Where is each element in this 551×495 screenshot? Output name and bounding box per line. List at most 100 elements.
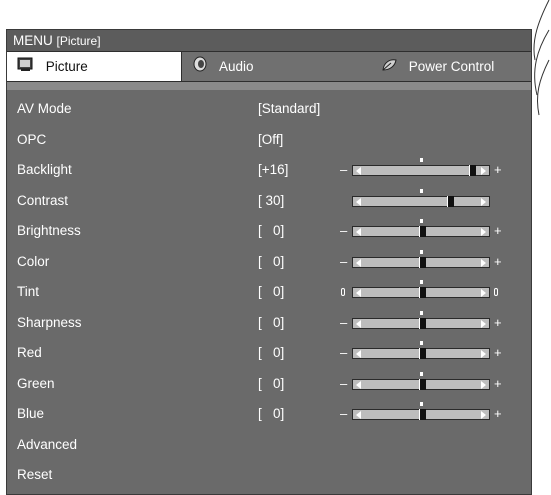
level-slider[interactable]: [352, 402, 490, 420]
right-arrow-icon: [481, 380, 486, 389]
setting-value: [Off]: [258, 131, 284, 147]
increase-icon: +: [494, 345, 502, 360]
right-arrow-icon: [481, 197, 486, 206]
slider-thumb[interactable]: [419, 378, 426, 390]
slider-thumb[interactable]: [419, 348, 426, 359]
setting-row-red[interactable]: Red [ 0] – +: [7, 338, 531, 368]
menu-title-bar: MENU [Picture]: [7, 30, 531, 52]
increase-icon: +: [494, 375, 502, 391]
setting-value: [ 0]: [258, 284, 285, 299]
right-arrow-icon: [481, 167, 486, 175]
setting-row-sharpness[interactable]: Sharpness [ 0] – +: [7, 308, 531, 338]
slider-thumb[interactable]: [419, 256, 426, 268]
center-marker: [420, 341, 423, 345]
level-slider[interactable]: [352, 371, 490, 390]
decrease-icon: –: [340, 345, 348, 360]
setting-label: AV Mode: [17, 101, 72, 116]
setting-value: [ 0]: [258, 314, 285, 330]
tv-menu-window: MENU [Picture] Picture Audio Power Contr…: [6, 29, 532, 495]
setting-row-backlight[interactable]: Backlight [+16] – +: [7, 155, 531, 185]
page-curl-decoration: [533, 0, 550, 116]
decrease-icon: –: [340, 253, 348, 269]
level-slider[interactable]: [352, 249, 490, 268]
decrease-icon: –: [340, 223, 348, 238]
center-marker: [420, 280, 423, 284]
setting-row-av-mode[interactable]: AV Mode [Standard]: [7, 94, 531, 124]
right-arrow-icon: [481, 258, 486, 267]
left-arrow-icon: [356, 167, 361, 175]
level-slider[interactable]: [352, 158, 490, 176]
slider-thumb[interactable]: [419, 287, 426, 298]
setting-row-green[interactable]: Green [ 0] – +: [7, 369, 531, 399]
setting-row-brightness[interactable]: Brightness [ 0] – +: [7, 216, 531, 246]
right-arrow-icon: [481, 319, 486, 328]
setting-label: Backlight: [17, 162, 72, 177]
left-arrow-icon: [356, 197, 361, 206]
slider-thumb[interactable]: [419, 317, 426, 329]
setting-row-advanced[interactable]: Advanced: [7, 430, 531, 460]
menu-tabs: Picture Audio Power Control: [7, 52, 531, 82]
center-marker: [420, 188, 423, 193]
setting-row-opc[interactable]: OPC [Off]: [7, 125, 531, 155]
slider-thumb[interactable]: [419, 226, 426, 237]
setting-row-contrast[interactable]: Contrast [ 30]: [7, 186, 531, 216]
setting-value: [ 0]: [258, 223, 285, 238]
setting-value: [ 0]: [258, 345, 285, 360]
menu-section-title: [Picture]: [56, 34, 101, 48]
increase-icon: +: [494, 162, 502, 177]
decrease-icon: –: [340, 406, 348, 421]
setting-label: Green: [17, 375, 55, 391]
increase-icon: +: [494, 406, 502, 421]
tab-label: Power Control: [408, 59, 495, 74]
increase-icon: +: [494, 314, 502, 330]
decrease-icon: –: [340, 375, 348, 391]
tint-green-icon: [494, 288, 498, 296]
slider-thumb[interactable]: [469, 165, 476, 176]
center-marker: [420, 249, 423, 254]
setting-label: Blue: [17, 406, 45, 421]
settings-panel: AV Mode [Standard] OPC [Off] Backlight [+16] –…: [7, 90, 531, 494]
center-marker: [420, 371, 423, 376]
setting-value: [Standard]: [258, 101, 321, 116]
left-arrow-icon: [356, 411, 361, 419]
level-slider[interactable]: [352, 310, 490, 329]
left-arrow-icon: [356, 350, 361, 358]
center-marker: [420, 158, 423, 162]
right-arrow-icon: [481, 350, 486, 358]
tab-picture[interactable]: Picture: [7, 52, 182, 81]
level-slider[interactable]: [352, 280, 490, 298]
setting-value: [ 0]: [258, 375, 285, 391]
center-marker: [420, 402, 423, 406]
slider-thumb[interactable]: [447, 195, 454, 207]
increase-icon: +: [494, 223, 502, 238]
setting-row-blue[interactable]: Blue [ 0] – +: [7, 399, 531, 429]
setting-label: Tint: [17, 284, 40, 299]
level-slider[interactable]: [352, 188, 490, 207]
center-marker: [420, 310, 423, 315]
setting-label: Advanced: [17, 436, 78, 452]
leaf-icon: [381, 53, 397, 82]
menu-title: MENU: [13, 33, 53, 48]
slider-thumb[interactable]: [419, 409, 426, 420]
tab-label: Picture: [45, 59, 88, 74]
setting-row-tint[interactable]: Tint [ 0]: [7, 277, 531, 307]
setting-value: [ 0]: [258, 253, 285, 269]
setting-label: Red: [17, 345, 42, 360]
tab-separator: [7, 82, 531, 90]
right-arrow-icon: [481, 228, 486, 236]
setting-row-reset[interactable]: Reset: [7, 460, 531, 490]
left-arrow-icon: [356, 289, 361, 297]
level-slider[interactable]: [352, 341, 490, 359]
tab-power-control[interactable]: Power Control: [381, 52, 531, 81]
right-arrow-icon: [481, 411, 486, 419]
level-slider[interactable]: [352, 219, 490, 237]
setting-value: [ 0]: [258, 406, 285, 421]
setting-label: Sharpness: [17, 314, 82, 330]
left-arrow-icon: [356, 380, 361, 389]
tab-audio[interactable]: Audio: [192, 52, 332, 81]
tint-red-icon: [341, 288, 345, 296]
left-arrow-icon: [356, 319, 361, 328]
setting-row-color[interactable]: Color [ 0] – +: [7, 247, 531, 277]
picture-icon: [17, 53, 34, 82]
right-arrow-icon: [481, 289, 486, 297]
